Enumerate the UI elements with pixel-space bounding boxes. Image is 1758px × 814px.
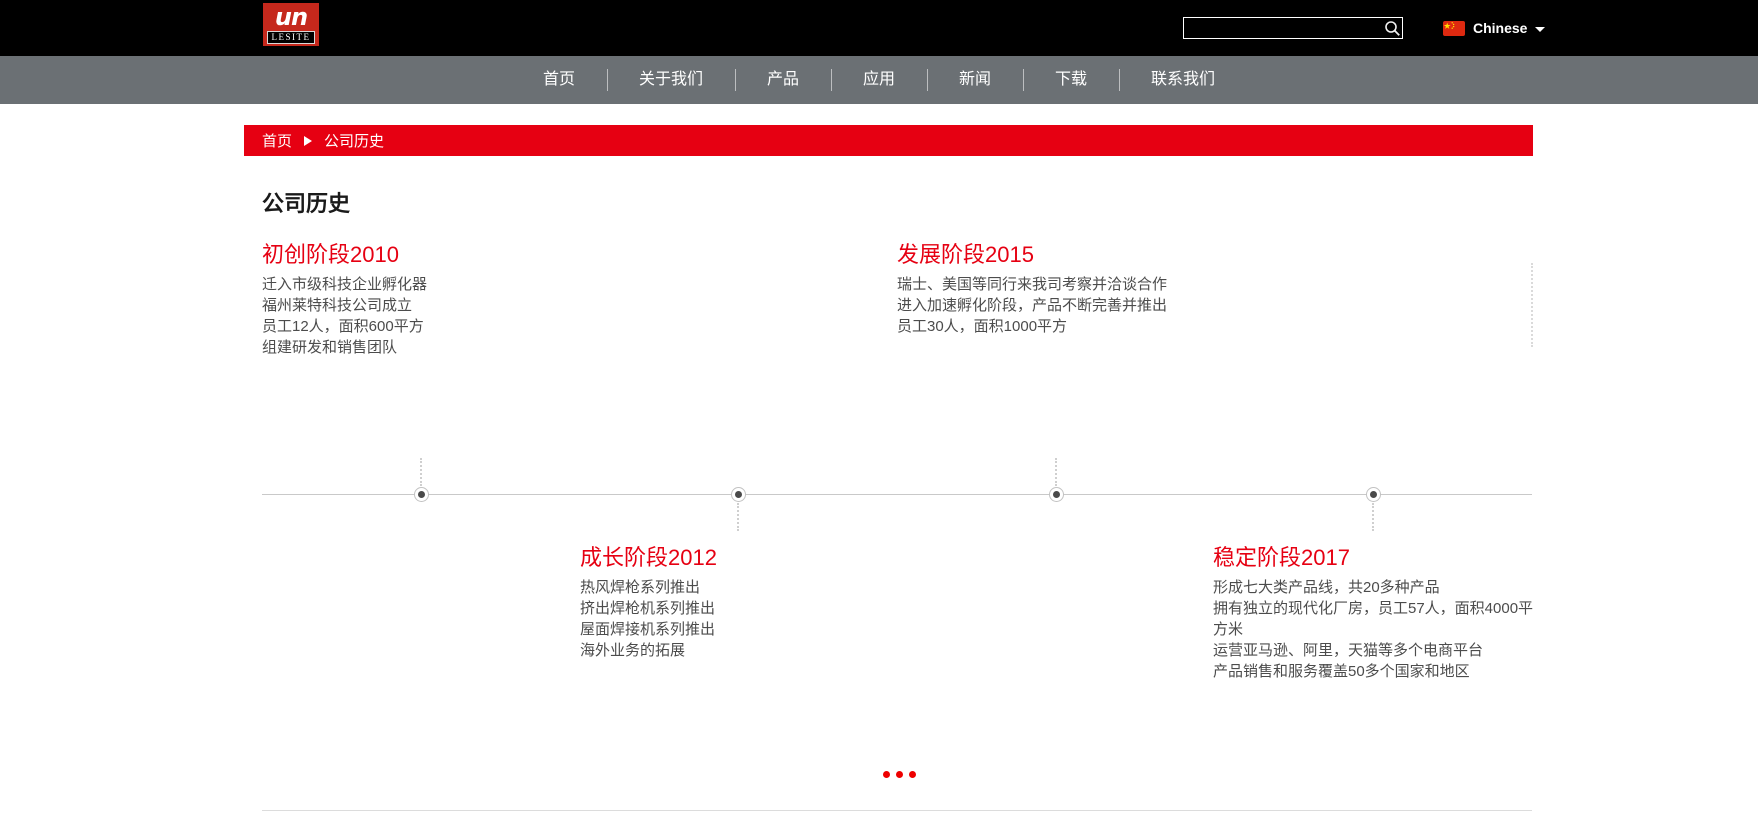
nav-item[interactable]: 联系我们 bbox=[1119, 56, 1247, 104]
stage-line: 拥有独立的现代化厂房，员工57人，面积4000平方米 bbox=[1213, 598, 1543, 640]
carousel-dot[interactable] bbox=[909, 771, 916, 778]
search-button[interactable] bbox=[1382, 18, 1402, 38]
stage-title: 发展阶段2015 bbox=[897, 241, 1237, 269]
nav-item[interactable]: 关于我们 bbox=[607, 56, 735, 104]
timeline-node-2010 bbox=[414, 487, 429, 502]
breadcrumb: 首页 公司历史 bbox=[244, 125, 1533, 156]
stage-line: 员工30人，面积1000平方 bbox=[897, 316, 1237, 337]
stage-line: 热风焊枪系列推出 bbox=[580, 577, 870, 598]
main-nav-list: 首页关于我们产品应用新闻下载联系我们 bbox=[511, 56, 1247, 104]
stage-line: 瑞士、美国等同行来我司考察并洽谈合作 bbox=[897, 274, 1237, 295]
timeline-axis bbox=[262, 494, 1532, 495]
nav-item[interactable]: 产品 bbox=[735, 56, 831, 104]
page-title: 公司历史 bbox=[262, 186, 350, 218]
stage-title: 初创阶段2010 bbox=[262, 241, 522, 269]
carousel-dot[interactable] bbox=[896, 771, 903, 778]
carousel-pagination bbox=[883, 771, 916, 778]
breadcrumb-home-link[interactable]: 首页 bbox=[262, 130, 292, 151]
nav-item[interactable]: 首页 bbox=[511, 56, 607, 104]
stage-title: 成长阶段2012 bbox=[580, 544, 870, 572]
timeline-connector bbox=[1055, 458, 1057, 486]
nav-item[interactable]: 新闻 bbox=[927, 56, 1023, 104]
stage-line: 运营亚马逊、阿里，天猫等多个电商平台 bbox=[1213, 640, 1543, 661]
stage-line: 形成七大类产品线，共20多种产品 bbox=[1213, 577, 1543, 598]
site-header: un LESITE bbox=[0, 0, 1758, 56]
nav-item[interactable]: 应用 bbox=[831, 56, 927, 104]
stage-line: 屋面焊接机系列推出 bbox=[580, 619, 870, 640]
timeline-stage-2010: 初创阶段2010 迁入市级科技企业孵化器福州莱特科技公司成立员工12人，面积60… bbox=[262, 241, 522, 358]
stage-lines: 瑞士、美国等同行来我司考察并洽谈合作进入加速孵化阶段，产品不断完善并推出员工30… bbox=[897, 274, 1237, 337]
timeline-connector bbox=[1372, 503, 1374, 531]
timeline-connector bbox=[420, 458, 422, 486]
company-logo[interactable]: un LESITE bbox=[263, 3, 319, 46]
bottom-divider bbox=[262, 810, 1532, 811]
stage-line: 组建研发和销售团队 bbox=[262, 337, 522, 358]
stage-lines: 形成七大类产品线，共20多种产品拥有独立的现代化厂房，员工57人，面积4000平… bbox=[1213, 577, 1543, 682]
nav-item[interactable]: 下载 bbox=[1023, 56, 1119, 104]
stage-line: 挤出焊枪机系列推出 bbox=[580, 598, 870, 619]
logo-brand-text: LESITE bbox=[267, 31, 315, 44]
timeline-stage-2015: 发展阶段2015 瑞士、美国等同行来我司考察并洽谈合作进入加速孵化阶段，产品不断… bbox=[897, 241, 1237, 337]
search-icon bbox=[1384, 20, 1401, 37]
timeline-node-2017 bbox=[1366, 487, 1381, 502]
stage-line: 福州莱特科技公司成立 bbox=[262, 295, 522, 316]
language-selector[interactable]: Chinese bbox=[1443, 19, 1545, 37]
timeline-stage-2012: 成长阶段2012 热风焊枪系列推出挤出焊枪机系列推出屋面焊接机系列推出海外业务的… bbox=[580, 544, 870, 661]
stage-title: 稳定阶段2017 bbox=[1213, 544, 1543, 572]
stage-lines: 热风焊枪系列推出挤出焊枪机系列推出屋面焊接机系列推出海外业务的拓展 bbox=[580, 577, 870, 661]
timeline-connector bbox=[737, 503, 739, 531]
stage-line: 迁入市级科技企业孵化器 bbox=[262, 274, 522, 295]
stage-lines: 迁入市级科技企业孵化器福州莱特科技公司成立员工12人，面积600平方组建研发和销… bbox=[262, 274, 522, 358]
page: un LESITE bbox=[0, 0, 1758, 814]
chevron-down-icon bbox=[1535, 27, 1545, 32]
stage-line: 海外业务的拓展 bbox=[580, 640, 870, 661]
main-nav: 首页关于我们产品应用新闻下载联系我们 bbox=[0, 56, 1758, 104]
carousel-dot[interactable] bbox=[883, 771, 890, 778]
stage-line: 进入加速孵化阶段，产品不断完善并推出 bbox=[897, 295, 1237, 316]
language-label: Chinese bbox=[1473, 20, 1527, 36]
next-slide-dotted-line bbox=[1531, 263, 1533, 347]
stage-line: 员工12人，面积600平方 bbox=[262, 316, 522, 337]
timeline-node-2015 bbox=[1049, 487, 1064, 502]
stage-line: 产品销售和服务覆盖50多个国家和地区 bbox=[1213, 661, 1543, 682]
china-flag-icon bbox=[1443, 21, 1465, 36]
breadcrumb-arrow-icon bbox=[304, 136, 312, 146]
timeline-node-2012 bbox=[731, 487, 746, 502]
search-box bbox=[1183, 17, 1403, 39]
search-input[interactable] bbox=[1184, 18, 1382, 38]
timeline-stage-2017: 稳定阶段2017 形成七大类产品线，共20多种产品拥有独立的现代化厂房，员工57… bbox=[1213, 544, 1543, 682]
breadcrumb-current: 公司历史 bbox=[324, 130, 384, 151]
logo-mark-icon: un bbox=[275, 3, 307, 31]
